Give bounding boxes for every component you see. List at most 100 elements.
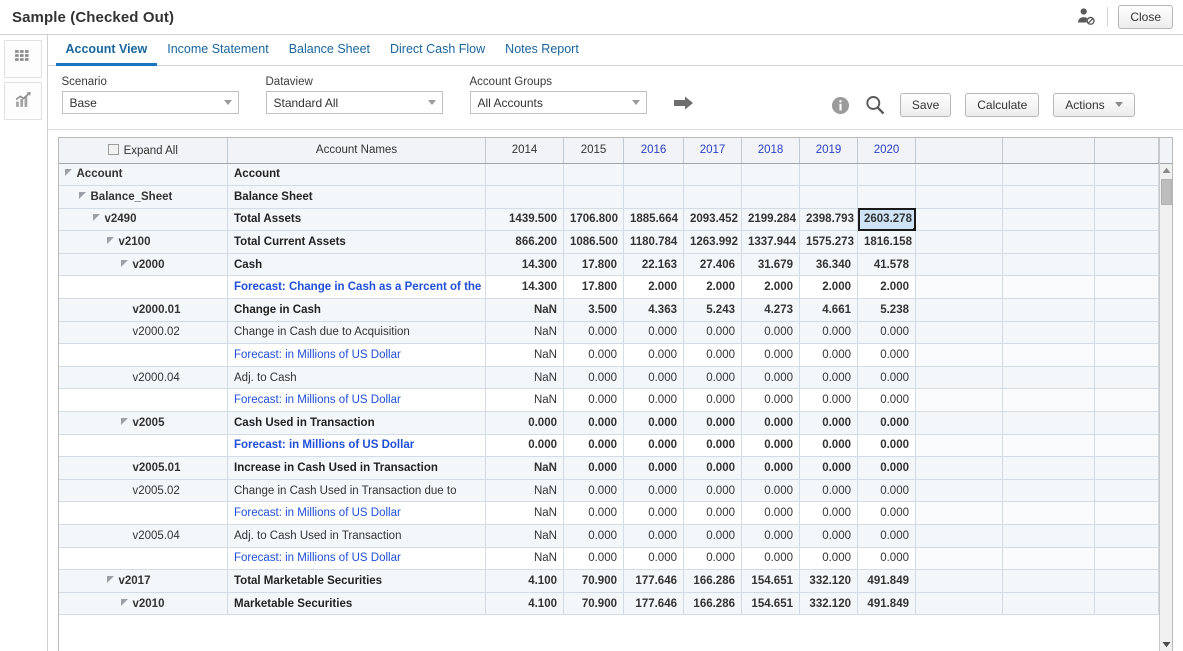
table-row[interactable]: v2005.04Adj. to Cash Used in Transaction… [59, 525, 1159, 548]
empty-cell[interactable] [916, 502, 1003, 525]
year-header-2019[interactable]: 2019 [800, 138, 858, 163]
value-cell[interactable] [684, 163, 742, 186]
value-cell[interactable]: 27.406 [684, 253, 742, 276]
empty-cell[interactable] [1003, 208, 1095, 231]
value-cell[interactable]: 0.000 [486, 434, 564, 457]
table-row[interactable]: v2000.04Adj. to CashNaN0.0000.0000.0000.… [59, 366, 1159, 389]
empty-cell[interactable] [1003, 321, 1095, 344]
value-cell[interactable]: NaN [486, 366, 564, 389]
empty-cell[interactable] [916, 186, 1003, 209]
value-cell[interactable] [858, 163, 916, 186]
value-cell[interactable]: 0.000 [742, 525, 800, 548]
value-cell[interactable]: 0.000 [684, 434, 742, 457]
table-row[interactable]: Forecast: in Millions of US DollarNaN0.0… [59, 547, 1159, 570]
value-cell[interactable]: 1885.664 [624, 208, 684, 231]
empty-cell[interactable] [1095, 344, 1159, 367]
row-member-cell[interactable]: v2100 [59, 231, 228, 254]
value-cell[interactable]: 5.243 [684, 299, 742, 322]
year-header-2017[interactable]: 2017 [684, 138, 742, 163]
value-cell[interactable]: 0.000 [800, 547, 858, 570]
value-cell[interactable]: 0.000 [624, 457, 684, 480]
row-member-cell[interactable]: v2005.04 [59, 525, 228, 548]
value-cell[interactable]: 0.000 [564, 344, 624, 367]
value-cell[interactable]: 0.000 [564, 321, 624, 344]
empty-cell[interactable] [1003, 547, 1095, 570]
value-cell[interactable]: 0.000 [684, 525, 742, 548]
table-row[interactable]: v2490Total Assets1439.5001706.8001885.66… [59, 208, 1159, 231]
empty-cell[interactable] [1003, 592, 1095, 615]
value-cell[interactable]: 0.000 [684, 389, 742, 412]
table-row[interactable]: AccountAccount [59, 163, 1159, 186]
empty-cell[interactable] [1095, 525, 1159, 548]
close-button[interactable]: Close [1118, 5, 1173, 29]
expand-collapse-triangle-icon[interactable] [65, 169, 72, 176]
expand-all-checkbox[interactable] [108, 144, 119, 155]
row-account-name-cell[interactable]: Adj. to Cash [228, 366, 486, 389]
table-row[interactable]: Forecast: in Millions of US DollarNaN0.0… [59, 344, 1159, 367]
table-row[interactable]: Forecast: in Millions of US DollarNaN0.0… [59, 389, 1159, 412]
value-cell[interactable]: 1816.158 [858, 231, 916, 254]
scrollbar-thumb[interactable] [1161, 179, 1172, 205]
value-cell[interactable]: 0.000 [742, 457, 800, 480]
account-names-header[interactable]: Account Names [228, 138, 486, 163]
table-row[interactable]: v2000Cash14.30017.80022.16327.40631.6793… [59, 253, 1159, 276]
row-account-name-cell[interactable]: Total Assets [228, 208, 486, 231]
value-cell[interactable] [564, 163, 624, 186]
row-member-cell[interactable]: v2490 [59, 208, 228, 231]
empty-cell[interactable] [916, 592, 1003, 615]
row-member-cell[interactable]: v2017 [59, 570, 228, 593]
value-cell[interactable]: 0.000 [624, 366, 684, 389]
value-cell[interactable]: NaN [486, 344, 564, 367]
value-cell[interactable]: 0.000 [858, 412, 916, 435]
value-cell[interactable]: 0.000 [624, 321, 684, 344]
value-cell[interactable] [684, 186, 742, 209]
empty-cell[interactable] [916, 299, 1003, 322]
row-member-cell[interactable] [59, 434, 228, 457]
value-cell[interactable]: 0.000 [858, 344, 916, 367]
value-cell[interactable]: 14.300 [486, 253, 564, 276]
row-member-cell[interactable]: v2010 [59, 592, 228, 615]
empty-cell[interactable] [916, 366, 1003, 389]
apply-pov-button[interactable] [674, 95, 694, 114]
value-cell[interactable]: 0.000 [858, 547, 916, 570]
table-row[interactable]: v2100Total Current Assets866.2001086.500… [59, 231, 1159, 254]
empty-cell[interactable] [1095, 570, 1159, 593]
value-cell[interactable]: 0.000 [800, 344, 858, 367]
row-member-cell[interactable]: v2005.01 [59, 457, 228, 480]
row-account-name-cell[interactable]: Adj. to Cash Used in Transaction [228, 525, 486, 548]
value-cell[interactable]: 0.000 [742, 479, 800, 502]
tab-notes-report[interactable]: Notes Report [495, 42, 589, 66]
value-cell[interactable]: 41.578 [858, 253, 916, 276]
scroll-up-arrow-icon[interactable] [1160, 164, 1172, 177]
row-account-name-cell[interactable]: Forecast: in Millions of US Dollar [228, 344, 486, 367]
year-header-2020[interactable]: 2020 [858, 138, 916, 163]
row-account-name-cell[interactable]: Cash [228, 253, 486, 276]
empty-cell[interactable] [916, 434, 1003, 457]
value-cell[interactable]: 4.363 [624, 299, 684, 322]
value-cell[interactable]: 2.000 [684, 276, 742, 299]
value-cell[interactable]: 0.000 [800, 434, 858, 457]
empty-cell[interactable] [1003, 457, 1095, 480]
value-cell[interactable]: 0.000 [624, 412, 684, 435]
row-account-name-cell[interactable]: Account [228, 163, 486, 186]
value-cell[interactable]: 0.000 [624, 434, 684, 457]
value-cell[interactable]: 0.000 [800, 525, 858, 548]
empty-cell[interactable] [1003, 525, 1095, 548]
empty-cell[interactable] [916, 525, 1003, 548]
empty-cell[interactable] [916, 253, 1003, 276]
value-cell[interactable]: NaN [486, 457, 564, 480]
empty-cell[interactable] [1095, 208, 1159, 231]
row-account-name-cell[interactable]: Balance Sheet [228, 186, 486, 209]
value-cell[interactable]: 0.000 [742, 547, 800, 570]
value-cell[interactable]: NaN [486, 502, 564, 525]
value-cell[interactable]: 2093.452 [684, 208, 742, 231]
table-row[interactable]: v2005.01Increase in Cash Used in Transac… [59, 457, 1159, 480]
empty-cell[interactable] [1095, 231, 1159, 254]
empty-cell[interactable] [1003, 412, 1095, 435]
empty-cell[interactable] [1095, 434, 1159, 457]
empty-cell[interactable] [1003, 479, 1095, 502]
value-cell[interactable]: 14.300 [486, 276, 564, 299]
table-row[interactable]: v2017Total Marketable Securities4.10070.… [59, 570, 1159, 593]
value-cell[interactable]: 154.651 [742, 592, 800, 615]
value-cell[interactable]: 0.000 [800, 502, 858, 525]
